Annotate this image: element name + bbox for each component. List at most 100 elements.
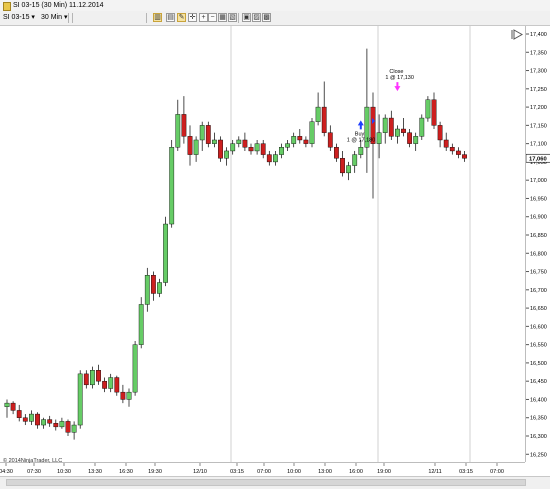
zoom-out-button[interactable]: − [208, 13, 217, 22]
price-tick-label: 16,650 [530, 306, 547, 312]
bar-type-button[interactable]: ▥ [153, 13, 162, 22]
bottom-bar [0, 476, 550, 489]
strategies-button[interactable]: ▧ [228, 13, 237, 22]
candle-up [193, 139, 199, 155]
candle-up [395, 128, 400, 137]
chart-style-button[interactable]: ▤ [166, 13, 175, 22]
candle-down [47, 419, 53, 424]
crosshair-button[interactable]: ✛ [188, 13, 197, 22]
price-chart: Buy1 @ 17,180Close1 @ 17,130 [4, 26, 471, 462]
candle-up [126, 391, 132, 400]
price-axis[interactable]: 17,400 17,350 17,300 17,250 17,200 17,150 17,1… [525, 26, 550, 462]
price-tick-label: 16,900 [530, 215, 547, 221]
horizontal-scrollbar[interactable] [6, 479, 526, 486]
time-tick-label: 10:00 [287, 469, 301, 475]
chart-panel[interactable]: Buy 1 @ 17,180 Close 1 @ 17,130 [0, 26, 525, 462]
price-tick-label: 16,700 [530, 288, 547, 294]
candle-down [22, 417, 28, 422]
candle-up [224, 150, 229, 159]
price-tick-label: 16,450 [530, 379, 547, 385]
candle-down [449, 147, 455, 152]
candle-down [437, 125, 443, 141]
candle-down [102, 380, 108, 389]
candle-up [89, 370, 95, 386]
close-fill-label: 1 @ 17,130 [385, 75, 414, 81]
candle-up [419, 117, 425, 137]
instrument-selector[interactable]: SI 03-15 ▾ [3, 13, 35, 23]
candle-up [211, 139, 217, 144]
time-tick-label: 16:00 [349, 469, 363, 475]
indicators-button[interactable]: ▦ [218, 13, 227, 22]
toolbar-separator [238, 13, 239, 23]
candle-up [273, 154, 278, 163]
interval-label: 30 Min [41, 14, 63, 21]
candle-down [407, 132, 412, 144]
interval-dropdown-icon: ▾ [63, 14, 68, 21]
price-tick-label: 16,400 [530, 397, 547, 403]
toolbar-separator [146, 13, 147, 23]
interval-selector[interactable]: 30 Min ▾ [41, 13, 67, 23]
candle-up [175, 114, 181, 148]
app-icon [3, 2, 11, 11]
candle-up [315, 106, 321, 122]
candle-up [236, 139, 242, 144]
candle-up [71, 424, 77, 433]
buy-fill-label: 1 @ 17,180 [347, 137, 376, 143]
candle-down [443, 139, 449, 148]
candle-up [59, 421, 65, 428]
candle-down [266, 154, 272, 163]
candle-up [279, 147, 284, 155]
candle-up [163, 223, 168, 283]
price-tick-label: 17,200 [530, 105, 547, 111]
price-tick-label: 16,550 [530, 343, 547, 349]
candle-down [462, 154, 467, 159]
price-tick-label: 17,350 [530, 50, 547, 56]
chart-trader-button[interactable]: ▩ [262, 13, 271, 22]
drawing-tool-button[interactable]: ✎ [177, 13, 186, 22]
price-tick-label: 16,800 [530, 251, 547, 257]
price-tick-label: 16,350 [530, 416, 547, 422]
time-tick-label: 19:00 [377, 469, 391, 475]
close-arrow-icon [394, 82, 401, 92]
time-tick-label: 07:00 [490, 469, 504, 475]
copyright-text: © 2014NinjaTrader, LLC [3, 458, 63, 464]
properties-button[interactable]: ▨ [252, 13, 261, 22]
price-tick-label: 17,250 [530, 87, 547, 93]
data-box-button[interactable]: ▣ [242, 13, 251, 22]
buy-arrow-icon [357, 120, 364, 130]
zoom-in-button[interactable]: + [199, 13, 208, 22]
candle-up [285, 143, 290, 148]
candle-up [254, 143, 260, 152]
toolbar-separator [68, 13, 69, 23]
scrollbar-thumb[interactable] [7, 480, 525, 485]
candle-up [169, 147, 175, 225]
time-tick-label: 13:30 [88, 469, 102, 475]
candle-down [53, 423, 59, 428]
candle-down [456, 150, 461, 155]
candle-up [132, 344, 138, 393]
candle-up [77, 373, 83, 426]
candle-down [120, 391, 126, 400]
window-title: SI 03-15 (30 Min) 11.12.2014 [13, 2, 104, 9]
candle-up [29, 413, 34, 422]
collapse-panel-icon[interactable] [511, 29, 523, 40]
candle-down [388, 117, 394, 137]
time-axis[interactable]: 04:30 07:30 10:30 13:30 16:30 19:30 12/10 03:15… [0, 462, 525, 477]
candle-up [41, 419, 47, 426]
candle-down [248, 147, 254, 152]
candle-down [65, 421, 71, 433]
toolbar-separator [72, 13, 73, 23]
candle-up [358, 147, 364, 155]
candle-down [10, 402, 16, 411]
price-tick-label: 17,000 [530, 178, 547, 184]
time-tick-label: 13:00 [318, 469, 332, 475]
time-axis-scale: 04:30 07:30 10:30 13:30 16:30 19:30 12/10 03:15… [0, 463, 504, 475]
time-tick-label: 16:30 [119, 469, 133, 475]
candle-up [144, 274, 150, 305]
candle-down [205, 125, 211, 144]
candle-down [83, 373, 89, 386]
candle-up [382, 117, 388, 133]
candle-up [309, 121, 315, 144]
current-price-label: 17,060 [529, 156, 547, 162]
candle-up [291, 136, 297, 144]
